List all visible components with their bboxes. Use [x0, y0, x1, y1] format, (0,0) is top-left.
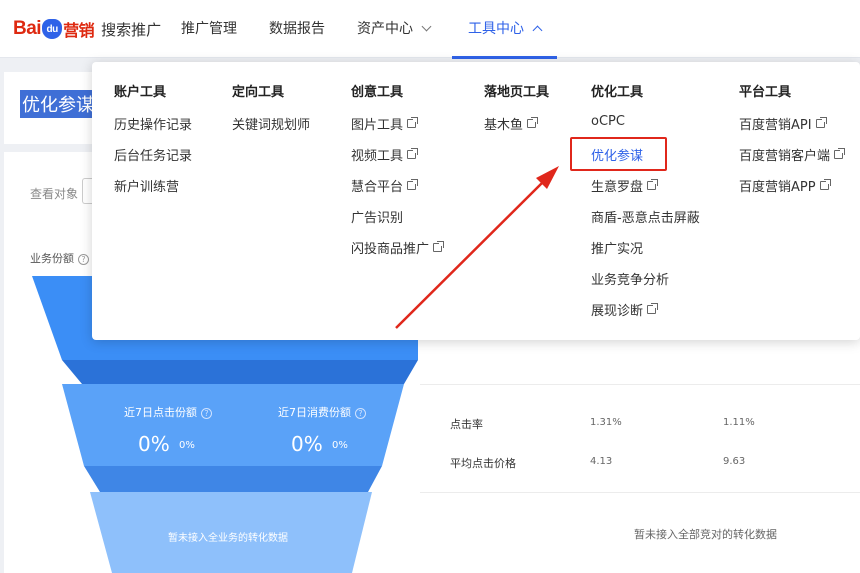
- funnel-conversion-note: 暂未接入全业务的转化数据: [168, 533, 288, 544]
- chevron-up-icon: [532, 25, 543, 36]
- cost-share-label: 近7日消费份额?: [278, 404, 366, 420]
- row-ctr-value-1: 1.31%: [590, 417, 622, 428]
- logo-text-yingxiao: 营销: [63, 23, 95, 40]
- product-name: 搜索推广: [101, 21, 162, 39]
- menu-item-new-user-camp[interactable]: 新户训练营: [114, 176, 179, 195]
- menu-item-label: 图片工具: [351, 118, 404, 133]
- menu-item-label: 百度营销客户端: [739, 149, 831, 164]
- external-link-icon: [834, 148, 846, 159]
- menu-item-keyword-planner[interactable]: 关键词规划师: [232, 114, 310, 133]
- table-divider: [420, 492, 860, 493]
- column-title-targeting-tools: 定向工具: [232, 85, 285, 100]
- tool-center-dropdown: 账户工具 历史操作记录 后台任务记录 新户训练营 定向工具 关键词规划师 创意工…: [92, 62, 860, 340]
- competitor-conversion-note: 暂未接入全部竞对的转化数据: [634, 528, 777, 541]
- page-title: 优化参谋: [20, 90, 96, 118]
- highlight-box: [570, 137, 667, 171]
- click-share-value: 0%: [138, 432, 170, 456]
- external-link-icon: [815, 117, 827, 128]
- main-nav: 推广管理 数据报告 资产中心 工具中心: [165, 0, 557, 59]
- menu-item-marketing-api[interactable]: 百度营销API: [739, 114, 827, 133]
- external-link-icon: [407, 117, 419, 128]
- menu-item-label: 闪投商品推广: [351, 242, 430, 257]
- external-link-icon: [527, 117, 539, 128]
- column-title-optimization-tools: 优化工具: [591, 85, 644, 100]
- menu-item-huihe-platform[interactable]: 慧合平台: [351, 176, 419, 195]
- help-icon[interactable]: ?: [78, 253, 89, 265]
- row-ctr-value-2: 1.11%: [723, 417, 755, 428]
- external-link-icon: [647, 303, 659, 314]
- menu-item-click-shield[interactable]: 商盾-恶意点击屏蔽: [591, 207, 700, 226]
- nav-label: 工具中心: [468, 21, 524, 37]
- nav-label: 推广管理: [181, 21, 237, 37]
- column-title-creative-tools: 创意工具: [351, 85, 404, 100]
- column-title-platform-tools: 平台工具: [739, 85, 792, 100]
- view-object-label: 查看对象: [30, 187, 79, 201]
- nav-asset-center[interactable]: 资产中心: [341, 0, 446, 58]
- menu-item-label: 百度营销API: [739, 118, 812, 133]
- menu-item-marketing-client[interactable]: 百度营销客户端: [739, 145, 846, 164]
- menu-item-display-diagnosis[interactable]: 展现诊断: [591, 300, 659, 319]
- external-link-icon: [433, 241, 445, 252]
- menu-item-label: 展现诊断: [591, 304, 644, 319]
- column-title-account-tools: 账户工具: [114, 85, 167, 100]
- nav-label: 资产中心: [357, 21, 413, 37]
- menu-item-jimuyu[interactable]: 基木鱼: [484, 114, 539, 133]
- nav-promotion-management[interactable]: 推广管理: [165, 0, 253, 58]
- menu-item-label: 视频工具: [351, 149, 404, 164]
- external-link-icon: [819, 179, 831, 190]
- row-cpc-value-1: 4.13: [590, 456, 613, 467]
- click-share-sub-value: 0%: [179, 440, 195, 451]
- click-share-label: 近7日点击份额?: [124, 404, 212, 420]
- table-divider: [420, 384, 860, 385]
- logo-paw-icon: du: [42, 19, 63, 39]
- nav-tool-center[interactable]: 工具中心: [452, 0, 557, 59]
- help-icon[interactable]: ?: [355, 407, 366, 419]
- menu-item-ocpc[interactable]: oCPC: [591, 114, 625, 129]
- click-share-label-text: 近7日点击份额: [124, 406, 197, 419]
- menu-item-task-records[interactable]: 后台任务记录: [114, 145, 192, 164]
- help-icon[interactable]: ?: [201, 407, 212, 419]
- external-link-icon: [407, 148, 419, 159]
- menu-item-marketing-app[interactable]: 百度营销APP: [739, 176, 831, 195]
- external-link-icon: [407, 179, 419, 190]
- chevron-down-icon: [421, 21, 432, 32]
- menu-item-business-compass[interactable]: 生意罗盘: [591, 176, 659, 195]
- cost-share-label-text: 近7日消费份额: [278, 406, 351, 419]
- row-cpc-label: 平均点击价格: [450, 457, 516, 470]
- business-share-label: 业务份额?: [30, 250, 89, 266]
- row-ctr-label: 点击率: [450, 418, 483, 431]
- menu-item-label: 慧合平台: [351, 180, 404, 195]
- menu-item-flash-product-promo[interactable]: 闪投商品推广: [351, 238, 445, 257]
- external-link-icon: [647, 179, 659, 190]
- menu-item-video-tool[interactable]: 视频工具: [351, 145, 419, 164]
- menu-item-promo-live[interactable]: 推广实况: [591, 238, 643, 257]
- menu-item-competition-analysis[interactable]: 业务竞争分析: [591, 269, 669, 288]
- menu-item-image-tool[interactable]: 图片工具: [351, 114, 419, 133]
- cost-share-value: 0%: [291, 432, 323, 456]
- share-label-text: 业务份额: [30, 252, 74, 265]
- cost-share-sub-value: 0%: [332, 440, 348, 451]
- column-title-landing-page-tools: 落地页工具: [484, 85, 550, 100]
- menu-item-label: 基木鱼: [484, 118, 524, 133]
- row-cpc-value-2: 9.63: [723, 456, 746, 467]
- baidu-marketing-logo[interactable]: Bai du 营销 搜索推广: [13, 16, 161, 42]
- top-navigation-bar: Bai du 营销 搜索推广 推广管理 数据报告 资产中心 工具中心: [0, 0, 860, 59]
- menu-item-label: 百度营销APP: [739, 180, 816, 195]
- nav-data-report[interactable]: 数据报告: [253, 0, 341, 58]
- menu-item-operation-history[interactable]: 历史操作记录: [114, 114, 192, 133]
- menu-item-ad-recognition[interactable]: 广告识别: [351, 207, 403, 226]
- menu-item-label: 生意罗盘: [591, 180, 644, 195]
- logo-text-bai: Bai: [13, 18, 42, 39]
- nav-label: 数据报告: [269, 21, 325, 37]
